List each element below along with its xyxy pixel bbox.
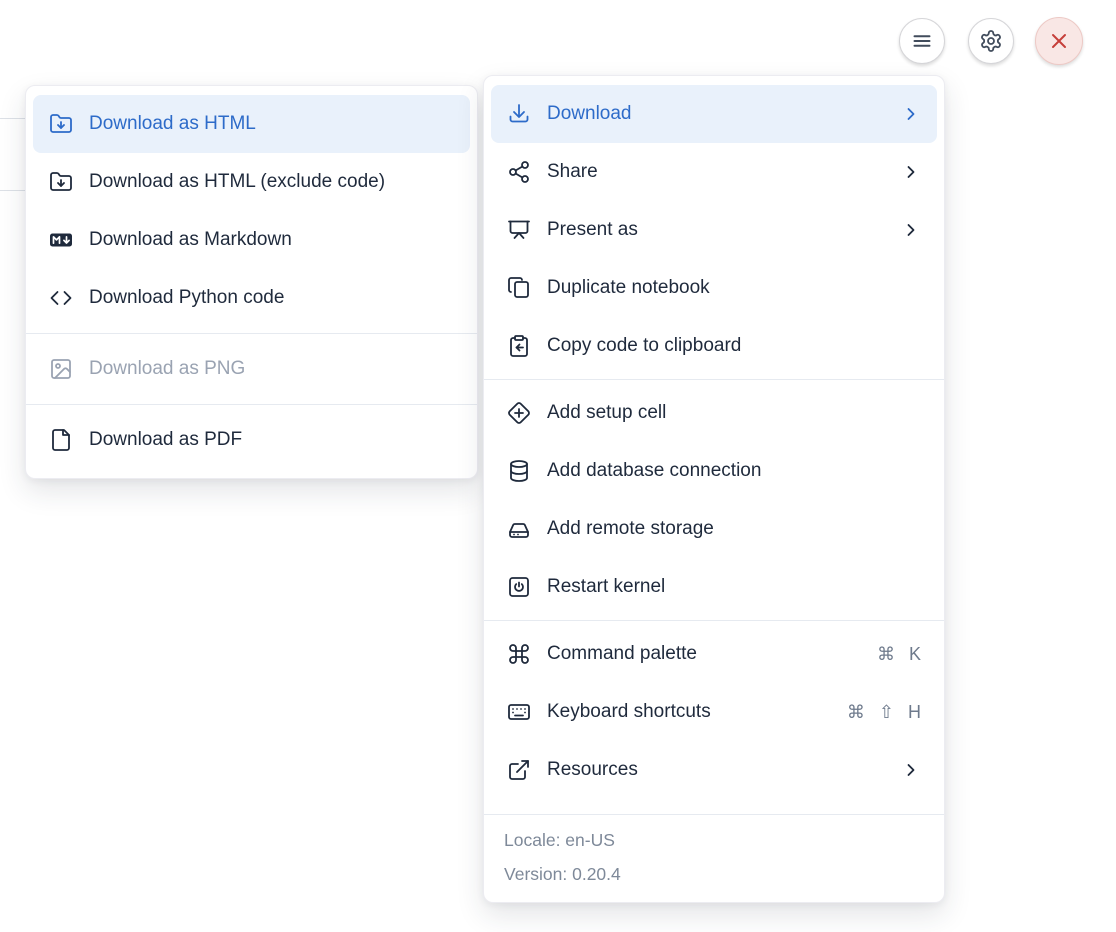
menu-item-label: Restart kernel <box>547 576 665 598</box>
gear-icon <box>979 29 1003 53</box>
share-icon <box>507 160 531 184</box>
close-icon <box>1047 29 1071 53</box>
menu-item-add-setup-cell[interactable]: Add setup cell <box>491 384 937 442</box>
settings-button[interactable] <box>968 18 1014 64</box>
menu-item-present-as[interactable]: Present as <box>491 201 937 259</box>
menu-item-resources[interactable]: Resources <box>491 741 937 799</box>
menu-item-label: Add database connection <box>547 460 761 482</box>
diamond-plus-icon <box>507 401 531 425</box>
menu-item-download[interactable]: Download <box>491 85 937 143</box>
menu-item-label: Duplicate notebook <box>547 277 710 299</box>
menu-item-label: Download <box>547 103 632 125</box>
clipboard-copy-icon <box>507 334 531 358</box>
menu-separator <box>26 333 477 334</box>
external-link-icon <box>507 758 531 782</box>
presentation-icon <box>507 218 531 242</box>
chevron-right-icon <box>901 162 921 182</box>
command-icon <box>507 642 531 666</box>
menu-separator <box>484 379 944 380</box>
hamburger-icon <box>910 29 934 53</box>
hard-drive-icon <box>507 517 531 541</box>
notebook-actions-menu: Download Share Present as Duplicate note… <box>483 75 945 903</box>
database-icon <box>507 459 531 483</box>
menu-item-download-python-code[interactable]: Download Python code <box>33 269 470 327</box>
file-icon <box>49 428 73 452</box>
menu-item-label: Download as PNG <box>89 358 245 380</box>
shortcut-hint: ⌘ ⇧ H <box>847 702 921 723</box>
notebook-menu-button[interactable] <box>899 18 945 64</box>
menu-item-download-as-png: Download as PNG <box>33 340 470 398</box>
menu-item-label: Download as HTML (exclude code) <box>89 171 385 193</box>
menu-item-label: Copy code to clipboard <box>547 335 741 357</box>
menu-item-download-as-html[interactable]: Download as HTML <box>33 95 470 153</box>
shortcut-hint: ⌘ K <box>877 644 921 665</box>
shutdown-button[interactable] <box>1035 17 1083 65</box>
folder-down-icon <box>49 170 73 194</box>
markdown-download-icon <box>49 228 73 252</box>
download-submenu: Download as HTML Download as HTML (exclu… <box>25 85 478 479</box>
chevron-right-icon <box>901 104 921 124</box>
menu-item-add-database-connection[interactable]: Add database connection <box>491 442 937 500</box>
chevron-right-icon <box>901 760 921 780</box>
menu-footer: Locale: en-US Version: 0.20.4 <box>484 814 944 902</box>
duplicate-icon <box>507 276 531 300</box>
menu-item-download-as-markdown[interactable]: Download as Markdown <box>33 211 470 269</box>
menu-item-label: Command palette <box>547 643 697 665</box>
locale-text: Locale: en-US <box>504 823 924 857</box>
menu-item-restart-kernel[interactable]: Restart kernel <box>491 558 937 616</box>
menu-item-add-remote-storage[interactable]: Add remote storage <box>491 500 937 558</box>
menu-item-download-as-pdf[interactable]: Download as PDF <box>33 411 470 469</box>
menu-separator <box>484 620 944 621</box>
menu-item-label: Share <box>547 161 598 183</box>
background-cell-border <box>0 190 26 191</box>
menu-item-label: Add setup cell <box>547 402 666 424</box>
menu-item-label: Present as <box>547 219 638 241</box>
menu-separator <box>26 404 477 405</box>
download-icon <box>507 102 531 126</box>
menu-item-download-as-html-exclude-code[interactable]: Download as HTML (exclude code) <box>33 153 470 211</box>
folder-down-icon <box>49 112 73 136</box>
menu-item-label: Download as HTML <box>89 113 256 135</box>
menu-item-label: Add remote storage <box>547 518 714 540</box>
menu-item-label: Download as PDF <box>89 429 242 451</box>
chevron-right-icon <box>901 220 921 240</box>
menu-item-copy-code-to-clipboard[interactable]: Copy code to clipboard <box>491 317 937 375</box>
menu-item-label: Resources <box>547 759 638 781</box>
code-icon <box>49 286 73 310</box>
menu-item-label: Download Python code <box>89 287 284 309</box>
menu-item-duplicate-notebook[interactable]: Duplicate notebook <box>491 259 937 317</box>
menu-item-command-palette[interactable]: Command palette ⌘ K <box>491 625 937 683</box>
menu-item-share[interactable]: Share <box>491 143 937 201</box>
version-text: Version: 0.20.4 <box>504 857 924 891</box>
menu-item-label: Download as Markdown <box>89 229 292 251</box>
menu-item-label: Keyboard shortcuts <box>547 701 711 723</box>
menu-item-keyboard-shortcuts[interactable]: Keyboard shortcuts ⌘ ⇧ H <box>491 683 937 741</box>
keyboard-icon <box>507 700 531 724</box>
power-square-icon <box>507 575 531 599</box>
image-icon <box>49 357 73 381</box>
background-cell-border <box>0 118 26 119</box>
